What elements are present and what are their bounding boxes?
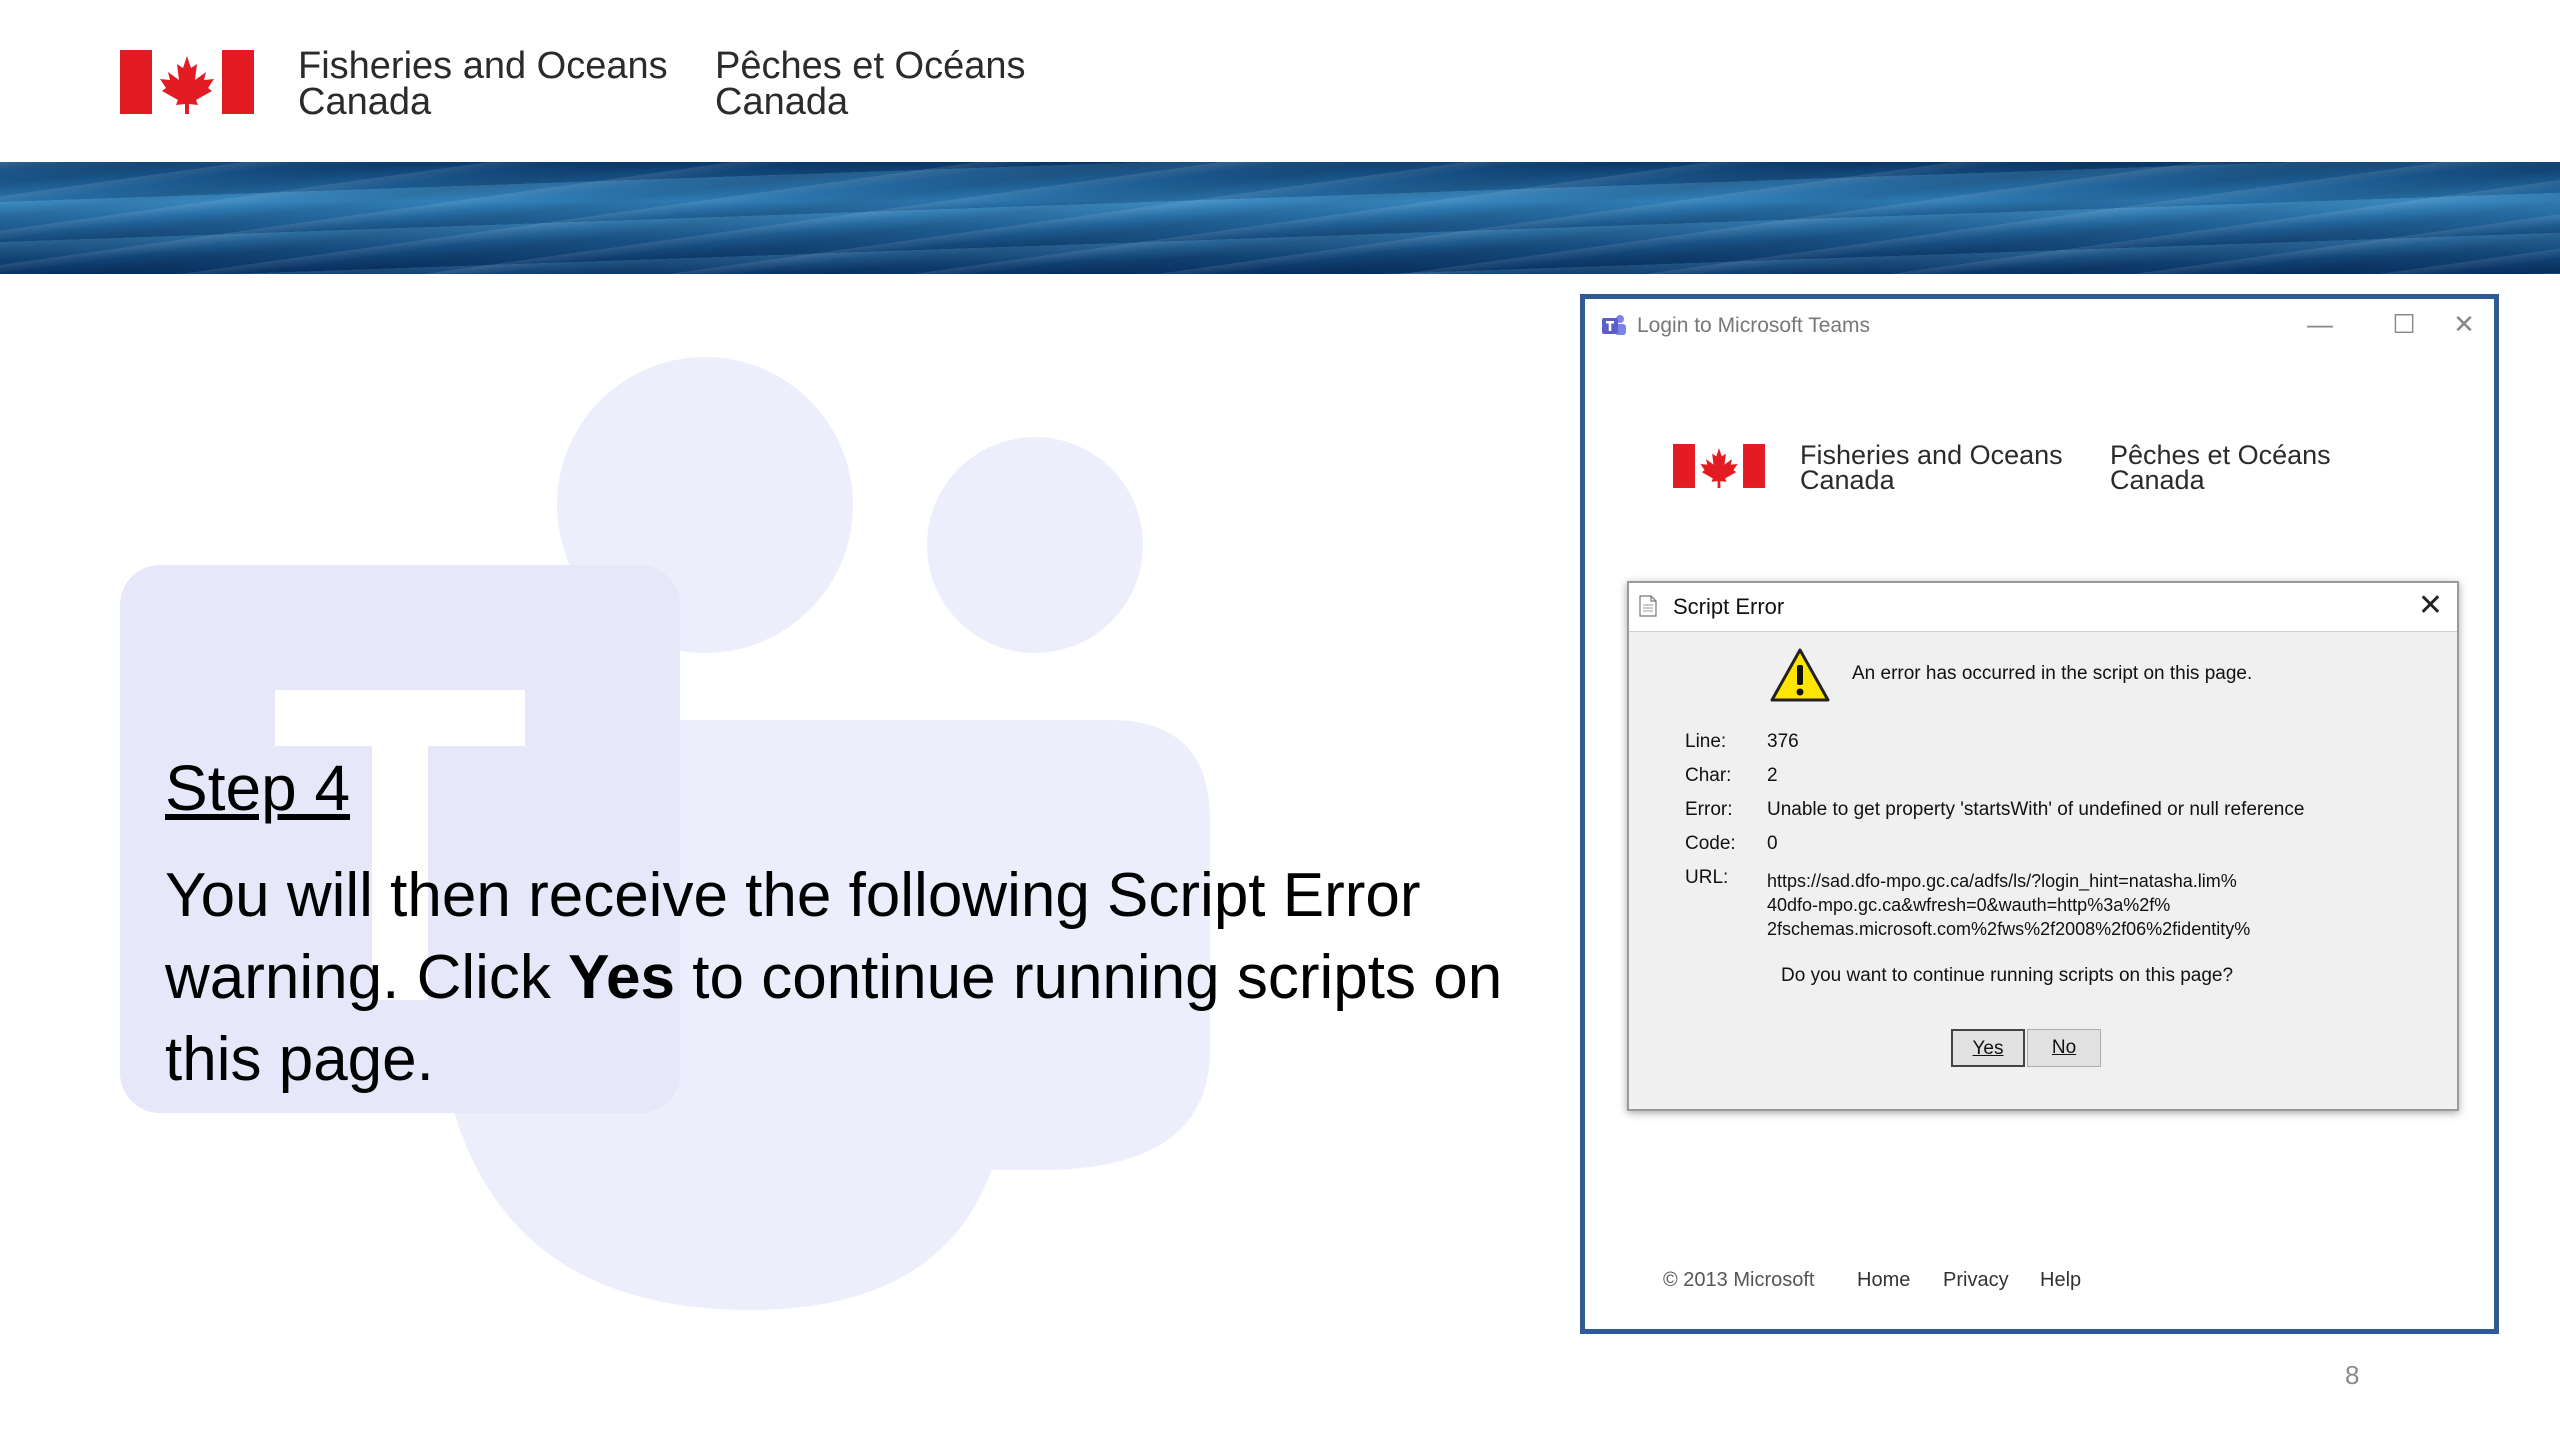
footer-copyright: © 2013 Microsoft (1663, 1269, 1815, 1291)
field-label: Code: (1685, 833, 1736, 854)
dialog-titlebar: Script Error ✕ (1629, 583, 2457, 632)
field-value-url: https://sad.dfo-mpo.gc.ca/adfs/ls/?login… (1767, 871, 2251, 939)
field-label: URL: (1685, 867, 1729, 888)
yes-emphasis: Yes (568, 943, 676, 1012)
field-value-error: Unable to get property 'startsWith' of u… (1767, 799, 2305, 820)
script-error-dialog: Script Error ✕ An error has occurred in … (1627, 581, 2459, 1111)
step-instructions: You will then receive the following Scri… (165, 861, 1503, 1094)
document-icon (1639, 595, 1657, 617)
page-number: 8 (2345, 1360, 2360, 1390)
window-org-name-french: Pêches et Océans Canada (2110, 440, 2331, 495)
field-value-char: 2 (1767, 765, 1778, 786)
yes-button[interactable]: Yes (1951, 1029, 2025, 1067)
teams-login-window: Login to Microsoft Teams — ☐ ✕ Fisheries… (1580, 294, 2499, 1334)
continue-question: Do you want to continue running scripts … (1781, 965, 2234, 986)
field-label: Error: (1685, 799, 1733, 820)
dialog-title: Script Error (1673, 594, 1785, 619)
window-title: Login to Microsoft Teams (1637, 314, 1871, 337)
maximize-button[interactable]: ☐ (2374, 307, 2434, 341)
window-titlebar: Login to Microsoft Teams (1601, 311, 1870, 341)
footer-help-link[interactable]: Help (2040, 1269, 2081, 1292)
teams-logo-watermark (120, 357, 1210, 1310)
field-value-code: 0 (1767, 833, 1778, 854)
canada-flag-icon (120, 50, 254, 114)
error-message: An error has occurred in the script on t… (1852, 663, 2253, 684)
field-label: Char: (1685, 765, 1732, 786)
minimize-button[interactable]: — (2290, 307, 2350, 341)
no-button[interactable]: No (2027, 1029, 2101, 1067)
teams-icon (1602, 315, 1626, 336)
window-org-name-english: Fisheries and Oceans Canada (1800, 440, 2063, 495)
step-title: Step 4 (165, 752, 351, 824)
footer-home-link[interactable]: Home (1857, 1269, 1910, 1292)
footer-privacy-link[interactable]: Privacy (1943, 1269, 2009, 1292)
field-label: Line: (1685, 731, 1727, 752)
field-value-line: 376 (1767, 731, 1799, 752)
slide-header: Fisheries and Oceans Canada Pêches et Oc… (0, 0, 2560, 162)
water-banner (0, 162, 2560, 274)
dialog-close-button[interactable]: ✕ (2418, 589, 2443, 623)
org-name-english: Fisheries and Oceans Canada (298, 45, 668, 123)
close-window-button[interactable]: ✕ (2434, 307, 2494, 341)
warning-icon (1770, 648, 1830, 702)
org-name-french: Pêches et Océans Canada (715, 45, 1026, 123)
canada-flag-icon (1673, 444, 1765, 488)
